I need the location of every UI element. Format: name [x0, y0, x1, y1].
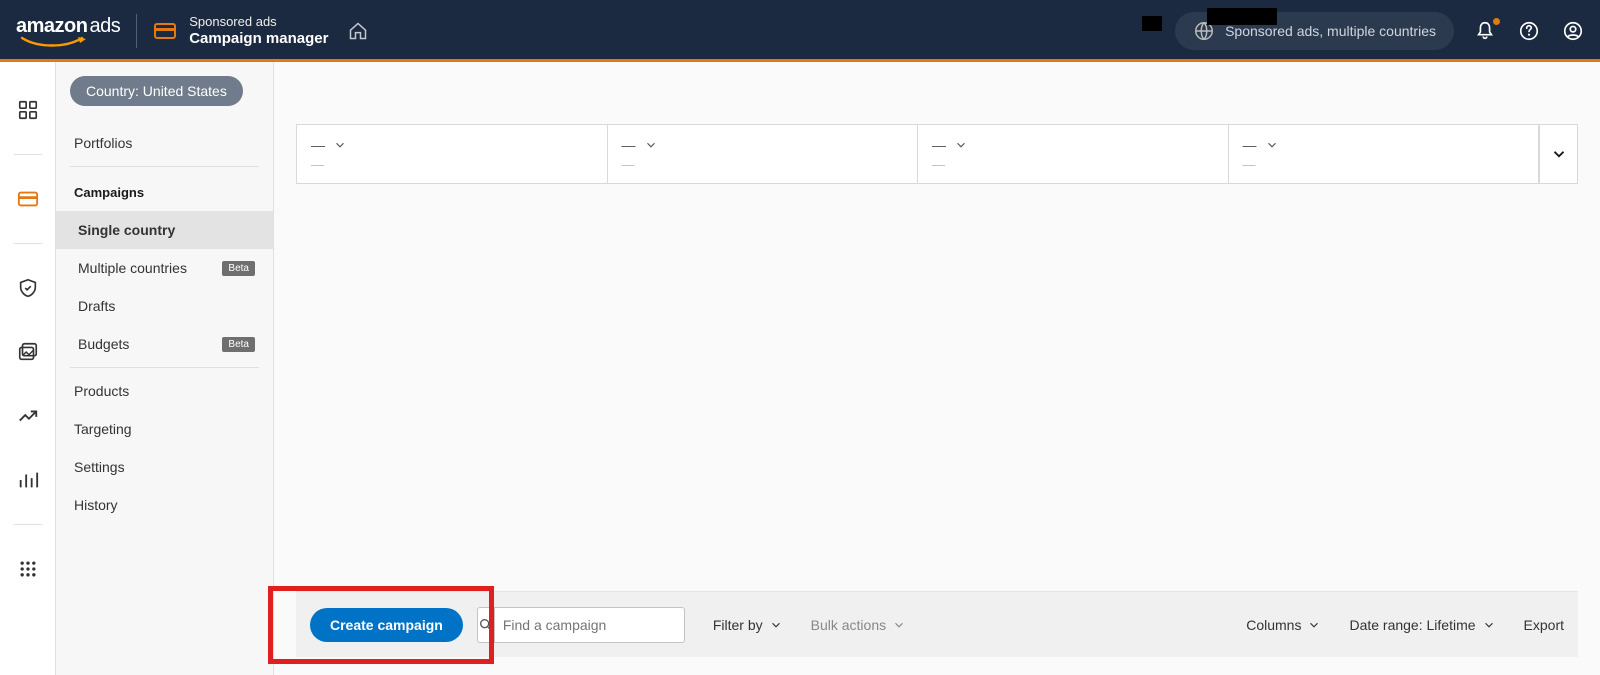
breadcrumb-line1: Sponsored ads	[189, 14, 328, 30]
metric-value: —	[311, 137, 325, 153]
chevron-down-icon	[769, 618, 783, 632]
amazon-ads-logo[interactable]: amazonads	[16, 15, 120, 48]
help-button[interactable]	[1518, 20, 1540, 42]
notifications-button[interactable]	[1474, 20, 1496, 42]
metric-sub: —	[1243, 157, 1525, 172]
export-button[interactable]: Export	[1524, 617, 1564, 633]
chevron-down-icon	[333, 138, 347, 152]
sidebar-item-targeting[interactable]: Targeting	[56, 410, 273, 448]
rail-divider	[14, 243, 42, 244]
apps-grid-icon	[18, 559, 38, 579]
metric-sub: —	[311, 157, 593, 172]
header-icon-group	[1474, 20, 1584, 42]
left-rail	[0, 62, 56, 675]
metric-sub: —	[622, 157, 904, 172]
dashboard-icon	[17, 99, 39, 121]
create-campaign-button[interactable]: Create campaign	[310, 608, 463, 642]
sidebar-item-single-country[interactable]: Single country	[56, 211, 273, 249]
chevron-down-icon	[1307, 618, 1321, 632]
filter-by-dropdown[interactable]: Filter by	[713, 617, 783, 633]
rail-brandsafety[interactable]	[8, 268, 48, 308]
chevron-down-icon	[1265, 138, 1279, 152]
account-pill-label: Sponsored ads, multiple countries	[1225, 23, 1436, 39]
main-content: — — — — — — — —	[274, 62, 1600, 675]
sidebar-divider	[70, 166, 259, 167]
rail-campaigns[interactable]	[8, 179, 48, 219]
bulk-actions-dropdown[interactable]: Bulk actions	[811, 617, 906, 633]
shield-icon	[17, 277, 39, 299]
redacted-box	[1207, 8, 1277, 25]
notification-dot	[1493, 18, 1500, 25]
rail-divider	[14, 154, 42, 155]
metric-value: —	[932, 137, 946, 153]
date-range-dropdown[interactable]: Date range: Lifetime	[1349, 617, 1495, 633]
metrics-expand-button[interactable]	[1539, 125, 1577, 183]
home-icon[interactable]	[348, 21, 368, 41]
trend-icon	[17, 405, 39, 427]
columns-dropdown[interactable]: Columns	[1246, 617, 1321, 633]
breadcrumb-text: Sponsored ads Campaign manager	[189, 14, 328, 48]
chevron-down-icon	[954, 138, 968, 152]
beta-badge: Beta	[222, 261, 255, 276]
chevron-down-icon	[892, 618, 906, 632]
rail-divider	[14, 524, 42, 525]
chevron-down-icon	[1550, 145, 1568, 163]
wallet-icon	[17, 188, 39, 210]
search-icon-wrap	[478, 608, 495, 642]
columns-label: Columns	[1246, 617, 1301, 633]
date-range-label: Date range: Lifetime	[1349, 617, 1475, 633]
campaign-search[interactable]	[477, 607, 685, 643]
chevron-down-icon	[644, 138, 658, 152]
sidebar-item-history[interactable]: History	[56, 486, 273, 524]
metric-value: —	[1243, 137, 1257, 153]
logo-text-amazon: amazon	[16, 15, 87, 37]
rail-reports[interactable]	[8, 460, 48, 500]
metric-value: —	[622, 137, 636, 153]
metric-card-3[interactable]: — —	[918, 125, 1229, 183]
country-pill[interactable]: Country: United States	[70, 76, 243, 106]
account-switcher[interactable]: Sponsored ads, multiple countries	[1175, 12, 1454, 50]
sidebar-item-drafts[interactable]: Drafts	[56, 287, 273, 325]
search-icon	[478, 617, 494, 633]
metric-card-1[interactable]: — —	[297, 125, 608, 183]
sidebar-item-budgets[interactable]: Budgets Beta	[56, 325, 273, 363]
chevron-down-icon	[1482, 618, 1496, 632]
user-icon	[1562, 20, 1584, 42]
sidebar-item-label: Multiple countries	[78, 260, 187, 276]
sidebar-section-campaigns: Campaigns	[56, 171, 273, 211]
breadcrumb-line2: Campaign manager	[189, 30, 328, 48]
sidebar-item-portfolios[interactable]: Portfolios	[56, 124, 273, 162]
beta-badge: Beta	[222, 337, 255, 352]
account-button[interactable]	[1562, 20, 1584, 42]
sidebar: Country: United States Portfolios Campai…	[56, 62, 274, 675]
metric-card-2[interactable]: — —	[608, 125, 919, 183]
redacted-box	[1142, 16, 1162, 31]
rail-apps[interactable]	[8, 549, 48, 589]
rail-insights[interactable]	[8, 396, 48, 436]
wallet-icon	[153, 19, 177, 43]
search-input[interactable]	[495, 617, 692, 633]
metric-card-4[interactable]: — —	[1229, 125, 1540, 183]
breadcrumb[interactable]: Sponsored ads Campaign manager	[153, 14, 368, 48]
sidebar-divider	[70, 367, 259, 368]
table-toolbar: Create campaign Filter by Bulk actions C…	[296, 591, 1578, 657]
header-divider	[136, 14, 137, 48]
top-header: amazonads Sponsored ads Campaign manager	[0, 0, 1600, 62]
rail-dashboard[interactable]	[8, 90, 48, 130]
sidebar-item-label: Budgets	[78, 336, 129, 352]
logo-text-ads: ads	[89, 15, 120, 37]
filter-by-label: Filter by	[713, 617, 763, 633]
metric-sub: —	[932, 157, 1214, 172]
rail-creative[interactable]	[8, 332, 48, 372]
sidebar-item-settings[interactable]: Settings	[56, 448, 273, 486]
sidebar-item-products[interactable]: Products	[56, 372, 273, 410]
image-stack-icon	[17, 341, 39, 363]
help-icon	[1518, 20, 1540, 42]
bulk-actions-label: Bulk actions	[811, 617, 886, 633]
metric-cards-row: — — — — — — — —	[296, 124, 1578, 184]
bar-chart-icon	[17, 469, 39, 491]
sidebar-item-multiple-countries[interactable]: Multiple countries Beta	[56, 249, 273, 287]
